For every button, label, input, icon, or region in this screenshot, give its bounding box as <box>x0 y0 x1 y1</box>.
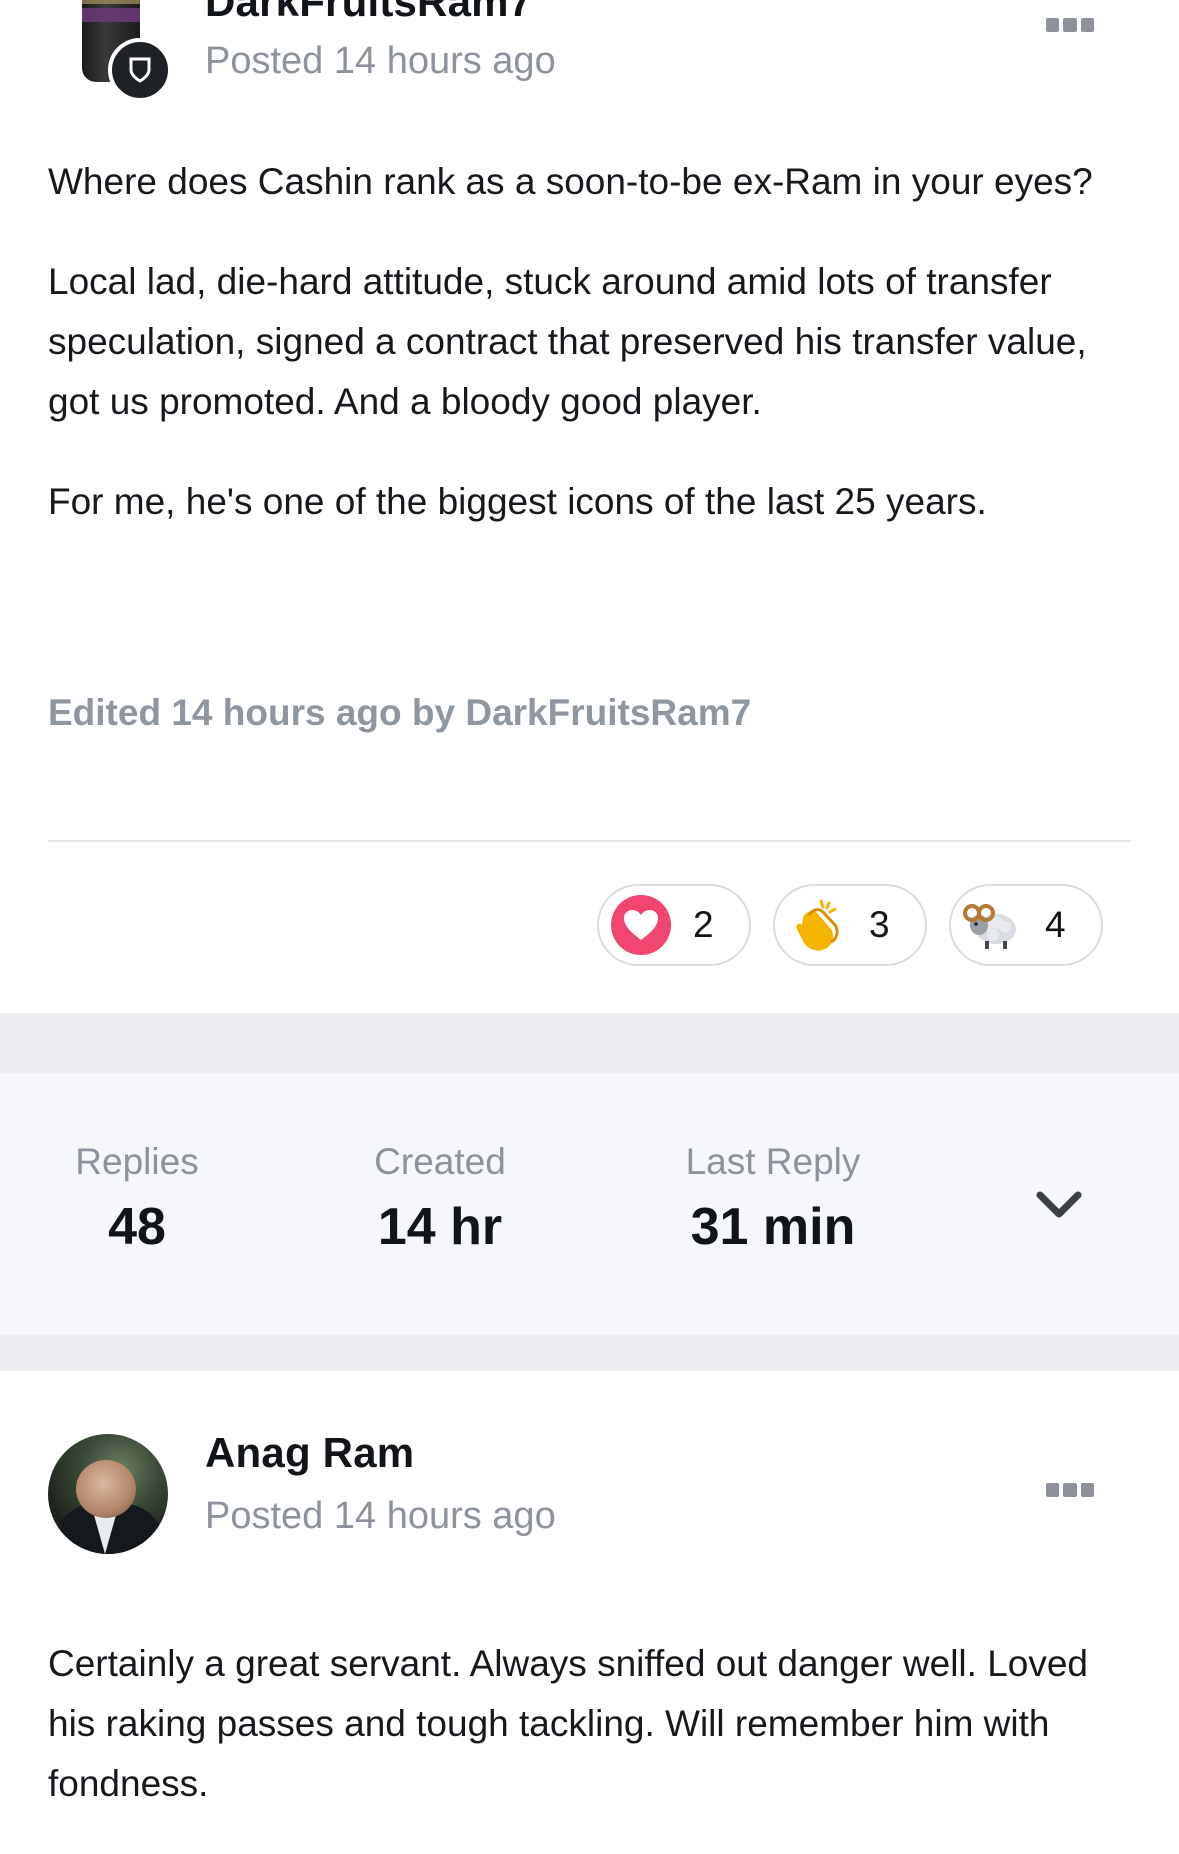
topic-stats-bar: Replies 48 Created 14 hr Last Reply 31 m… <box>0 1073 1179 1336</box>
section-gap <box>0 1013 1179 1073</box>
reaction-count: 4 <box>1045 904 1066 945</box>
author-name[interactable]: Anag Ram <box>205 1429 414 1477</box>
divider <box>48 840 1131 842</box>
ellipsis-icon[interactable] <box>1046 17 1094 33</box>
author-name[interactable]: DarkFruitsRam7 <box>205 0 532 26</box>
reaction-count: 2 <box>693 904 714 945</box>
posted-time[interactable]: Posted 14 hours ago <box>205 40 556 83</box>
stat-value: 14 hr <box>377 1198 503 1256</box>
ram-icon <box>963 895 1023 955</box>
post-paragraph: Certainly a great servant. Always sniffe… <box>48 1643 1089 1804</box>
post-body: Certainly a great servant. Always sniffe… <box>48 1634 1128 1854</box>
stat-replies: Replies 48 <box>70 1141 204 1257</box>
stat-value: 48 <box>108 1198 166 1256</box>
post-card: Anag Ram Posted 14 hours ago Certainly a… <box>0 1371 1179 1804</box>
author-avatar[interactable] <box>48 1434 168 1554</box>
reaction-heart[interactable]: 2 <box>597 884 751 966</box>
stat-created: Created 14 hr <box>360 1141 520 1257</box>
clapping-hands-icon <box>787 895 847 955</box>
shield-icon <box>108 38 172 102</box>
ellipsis-icon[interactable] <box>1046 1482 1094 1498</box>
stat-label: Last Reply <box>685 1141 861 1182</box>
reactions-bar: 2 3 4 <box>597 884 1103 966</box>
reaction-clap[interactable]: 3 <box>773 884 927 966</box>
post-paragraph: Local lad, die-hard attitude, stuck arou… <box>48 261 1087 422</box>
post-card: DarkFruitsRam7 Posted 14 hours ago Where… <box>0 0 1179 1013</box>
stat-value: 31 min <box>690 1198 856 1256</box>
section-gap <box>0 1335 1179 1371</box>
heart-icon <box>611 895 671 955</box>
stat-label: Created <box>374 1141 506 1182</box>
post-paragraph: Where does Cashin rank as a soon-to-be e… <box>48 161 1093 202</box>
edited-note[interactable]: Edited 14 hours ago by DarkFruitsRam7 <box>48 692 751 734</box>
stat-label: Replies <box>75 1141 199 1182</box>
reaction-count: 3 <box>869 904 890 945</box>
reaction-ram[interactable]: 4 <box>949 884 1103 966</box>
posted-time[interactable]: Posted 14 hours ago <box>205 1495 556 1538</box>
stat-last-reply: Last Reply 31 min <box>668 1141 878 1257</box>
chevron-down-icon[interactable] <box>1034 1185 1084 1225</box>
post-paragraph: For me, he's one of the biggest icons of… <box>48 481 987 522</box>
author-avatar[interactable] <box>78 0 172 102</box>
post-body: Where does Cashin rank as a soon-to-be e… <box>48 152 1128 572</box>
